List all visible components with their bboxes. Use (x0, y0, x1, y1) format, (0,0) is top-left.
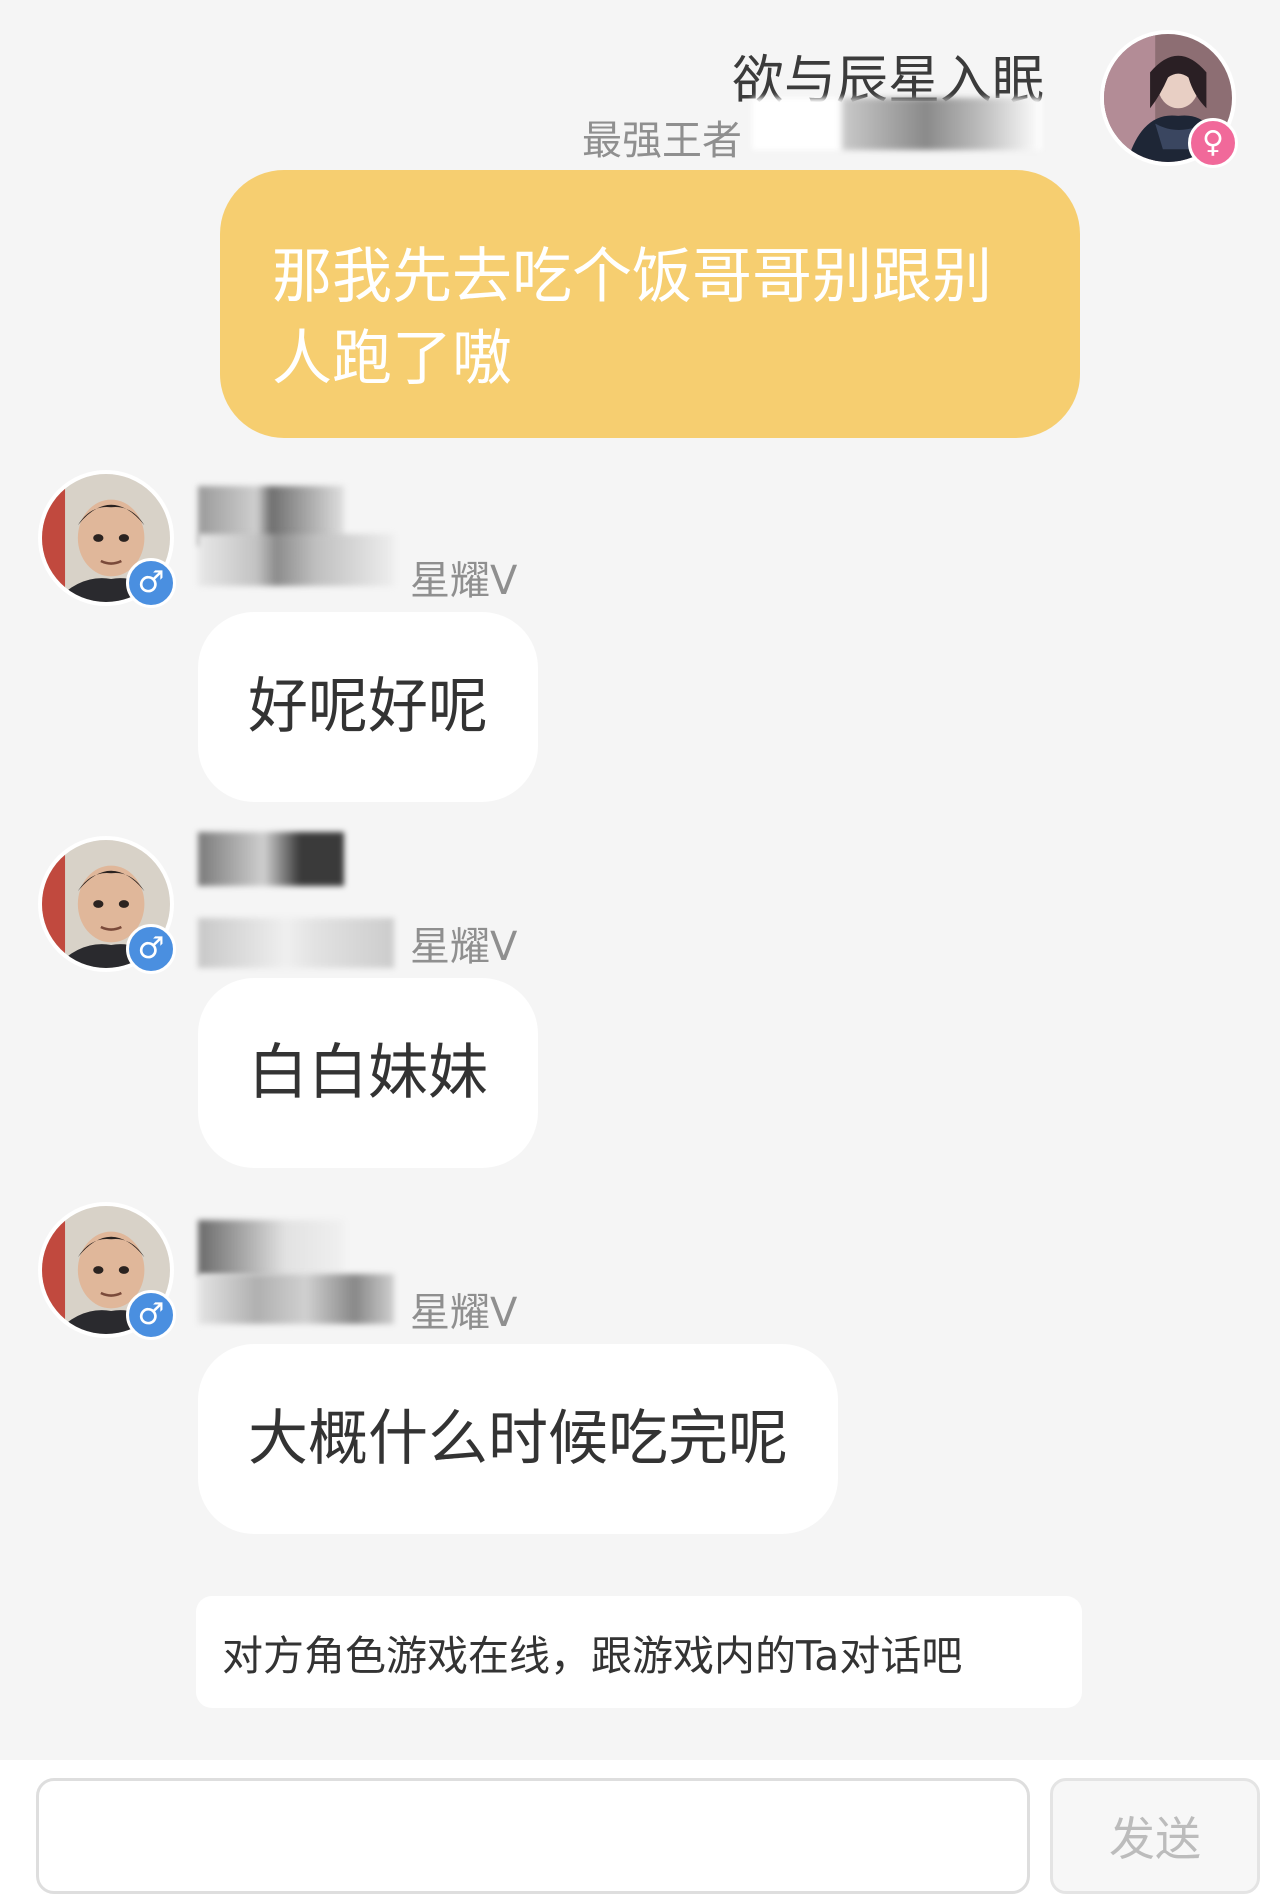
male-icon: ♂ (126, 924, 176, 974)
self-message-bubble[interactable]: 那我先去吃个饭哥哥别跟别人跑了嗷 (220, 170, 1080, 438)
self-message-text: 那我先去吃个饭哥哥别跟别人跑了嗷 (272, 242, 992, 394)
redacted-id (752, 98, 1042, 150)
self-avatar[interactable]: ♀ (1100, 30, 1238, 168)
female-symbol: ♀ (1202, 125, 1224, 160)
male-icon: ♂ (126, 558, 176, 608)
rank-tier-label: 星耀V (410, 1290, 518, 1336)
self-rank-label: 最强王者 (582, 118, 742, 164)
redacted-rank (198, 534, 394, 586)
other-message-bubble[interactable]: 好呢好呢 (198, 612, 538, 802)
redacted-rank (198, 1274, 394, 1324)
other-message-text: 白白妹妹 (248, 1038, 488, 1108)
rank-tier-label: 星耀V (410, 924, 518, 970)
male-icon: ♂ (126, 1290, 176, 1340)
other-message-text: 好呢好呢 (248, 672, 488, 742)
other-message-bubble[interactable]: 白白妹妹 (198, 978, 538, 1168)
send-button[interactable]: 发送 (1050, 1778, 1260, 1894)
other-avatar[interactable]: ♂ (38, 836, 176, 974)
redacted-username (198, 832, 344, 886)
other-message-bubble[interactable]: 大概什么时候吃完呢 (198, 1344, 838, 1534)
female-icon: ♀ (1188, 118, 1238, 168)
other-avatar[interactable]: ♂ (38, 470, 176, 608)
other-message-text: 大概什么时候吃完呢 (248, 1404, 788, 1474)
male-symbol: ♂ (137, 565, 165, 600)
other-avatar[interactable]: ♂ (38, 1202, 176, 1340)
message-input[interactable] (36, 1778, 1030, 1894)
notice-text: 对方角色游戏在线，跟游戏内的Ta对话吧 (222, 1632, 963, 1680)
male-symbol: ♂ (137, 1297, 165, 1332)
male-symbol: ♂ (137, 931, 165, 966)
redacted-rank (198, 918, 394, 968)
redacted-username (198, 1220, 344, 1276)
rank-tier-label: 星耀V (410, 558, 518, 604)
game-online-notice[interactable]: 对方角色游戏在线，跟游戏内的Ta对话吧 (196, 1596, 1082, 1708)
chat-area: 欲与辰星入眠 最强王者 ♀ 那我先去吃个饭哥哥别跟别人跑了嗷 ♂ 星耀V 好呢好… (0, 0, 1280, 1760)
message-input-bar: 发送 (0, 1760, 1280, 1900)
